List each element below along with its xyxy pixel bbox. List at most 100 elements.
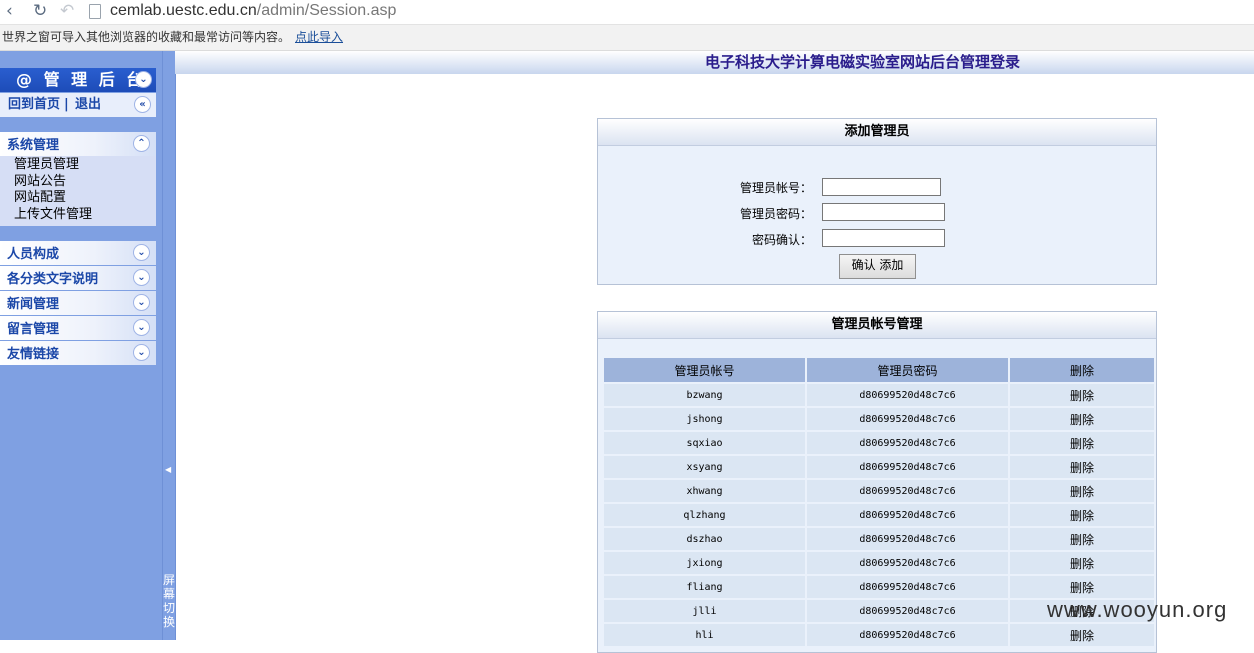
cell-password: d80699520d48c7c6 [807,528,1008,550]
cell-password: d80699520d48c7c6 [807,480,1008,502]
col-delete: 删除 [1010,358,1154,382]
menu-upload-files[interactable]: 上传文件管理 [14,207,92,223]
cell-password: d80699520d48c7c6 [807,456,1008,478]
section-links[interactable]: 友情链接 ⌄ [0,341,156,365]
chevron-down-icon[interactable]: ⌄ [135,71,152,88]
section-label: 友情链接 [7,347,60,362]
cell-password: d80699520d48c7c6 [807,576,1008,598]
menu-site-config[interactable]: 网站配置 [14,190,66,206]
table-row: xsyang d80699520d48c7c6 删除 [604,456,1154,478]
sidebar-title: @ 管 理 后 台 [16,70,146,89]
delete-link[interactable]: 删除 [1010,408,1154,430]
cell-password: d80699520d48c7c6 [807,408,1008,430]
chevron-down-icon[interactable]: ⌄ [133,269,150,286]
delete-link[interactable]: 删除 [1010,552,1154,574]
system-submenu: 管理员管理 网站公告 网站配置 上传文件管理 [0,156,156,226]
confirm-label: 密码确认： [751,233,812,247]
cell-account: jlli [604,600,805,622]
chevron-down-icon[interactable]: ⌄ [133,294,150,311]
cell-password: d80699520d48c7c6 [807,552,1008,574]
delete-link[interactable]: 删除 [1010,432,1154,454]
cell-account: bzwang [604,384,805,406]
sidebar-quick-links: 回到首页 | 退出 « [0,93,156,117]
section-category-text[interactable]: 各分类文字说明 ⌄ [0,266,156,290]
refresh-icon[interactable]: ↻ [33,1,47,21]
cell-password: d80699520d48c7c6 [807,624,1008,646]
menu-site-notice[interactable]: 网站公告 [14,174,66,190]
sidebar: @ 管 理 后 台 ⌄ 回到首页 | 退出 « 系统管理 ⌃ 管理员管理 网站公… [0,51,162,640]
col-account: 管理员帐号 [604,358,805,382]
cell-account: xhwang [604,480,805,502]
back-arrow-icon[interactable]: ‹ [6,1,13,21]
screen-toggle-splitter[interactable]: ◀ 屏幕切换 [162,51,176,640]
table-row: dszhao d80699520d48c7c6 删除 [604,528,1154,550]
infobar-message: 世界之窗可导入其他浏览器的收藏和最常访问等内容。 [2,30,291,44]
section-label: 各分类文字说明 [7,272,99,287]
password-input[interactable] [822,203,945,221]
table-row: qlzhang d80699520d48c7c6 删除 [604,504,1154,526]
cell-account: hli [604,624,805,646]
add-admin-panel: 添加管理员 管理员帐号： 管理员密码： 密码确认： 确认 添加 [597,118,1157,285]
cell-account: jxiong [604,552,805,574]
address-bar: ‹ ↻ ↶ cemlab.uestc.edu.cn/admin/Session.… [0,0,1254,25]
page-title: 电子科技大学计算电磁实验室网站后台管理登录 [705,53,1021,71]
section-staff[interactable]: 人员构成 ⌄ [0,241,156,265]
add-admin-title: 添加管理员 [598,119,1156,146]
cell-password: d80699520d48c7c6 [807,432,1008,454]
url-path: /admin/Session.asp [256,2,397,19]
account-input[interactable] [822,178,941,196]
screen-toggle-label[interactable]: 屏幕切换 [163,573,175,629]
cell-password: d80699520d48c7c6 [807,504,1008,526]
table-row: jxiong d80699520d48c7c6 删除 [604,552,1154,574]
confirm-add-button[interactable]: 确认 添加 [839,254,916,279]
section-label: 人员构成 [7,247,60,262]
table-header-row: 管理员帐号 管理员密码 删除 [604,358,1154,382]
chevron-down-icon[interactable]: ⌄ [133,344,150,361]
logout-link[interactable]: 退出 [75,93,101,117]
confirm-password-input[interactable] [822,229,945,247]
delete-link[interactable]: 删除 [1010,480,1154,502]
menu-admin-manage[interactable]: 管理员管理 [14,157,79,173]
table-row: hli d80699520d48c7c6 删除 [604,624,1154,646]
cell-account: fliang [604,576,805,598]
cell-account: jshong [604,408,805,430]
triangle-left-icon[interactable]: ◀ [165,465,171,474]
account-label: 管理员帐号： [739,181,812,195]
password-label: 管理员密码： [739,207,812,221]
undo-icon[interactable]: ↶ [60,1,74,21]
cell-account: xsyang [604,456,805,478]
delete-link[interactable]: 删除 [1010,384,1154,406]
cell-account: qlzhang [604,504,805,526]
collapse-left-icon[interactable]: « [134,96,151,113]
col-password: 管理员密码 [807,358,1008,382]
import-infobar: 世界之窗可导入其他浏览器的收藏和最常访问等内容。 点此导入 [0,25,1254,51]
delete-link[interactable]: 删除 [1010,456,1154,478]
delete-link[interactable]: 删除 [1010,528,1154,550]
cell-account: sqxiao [604,432,805,454]
section-label: 留言管理 [7,322,60,337]
cell-account: dszhao [604,528,805,550]
section-system[interactable]: 系统管理 ⌃ [0,132,156,156]
url-field[interactable]: cemlab.uestc.edu.cn/admin/Session.asp [110,0,396,22]
table-row: sqxiao d80699520d48c7c6 删除 [604,432,1154,454]
table-row: fliang d80699520d48c7c6 删除 [604,576,1154,598]
chevron-up-icon[interactable]: ⌃ [133,135,150,152]
link-separator: | [64,97,69,112]
section-news[interactable]: 新闻管理 ⌄ [0,291,156,315]
import-link[interactable]: 点此导入 [295,25,343,50]
chevron-down-icon[interactable]: ⌄ [133,244,150,261]
chevron-down-icon[interactable]: ⌄ [133,319,150,336]
table-row: jshong d80699520d48c7c6 删除 [604,408,1154,430]
delete-link[interactable]: 删除 [1010,504,1154,526]
cell-password: d80699520d48c7c6 [807,384,1008,406]
sidebar-title-bar: @ 管 理 后 台 ⌄ [0,68,156,92]
cell-password: d80699520d48c7c6 [807,600,1008,622]
page-icon [89,4,101,19]
delete-link[interactable]: 删除 [1010,576,1154,598]
section-messages[interactable]: 留言管理 ⌄ [0,316,156,340]
table-row: bzwang d80699520d48c7c6 删除 [604,384,1154,406]
watermark: www.wooyun.org [1047,597,1228,622]
delete-link[interactable]: 删除 [1010,624,1154,646]
url-host: cemlab.uestc.edu.cn [110,2,257,19]
home-link[interactable]: 回到首页 [8,93,60,117]
